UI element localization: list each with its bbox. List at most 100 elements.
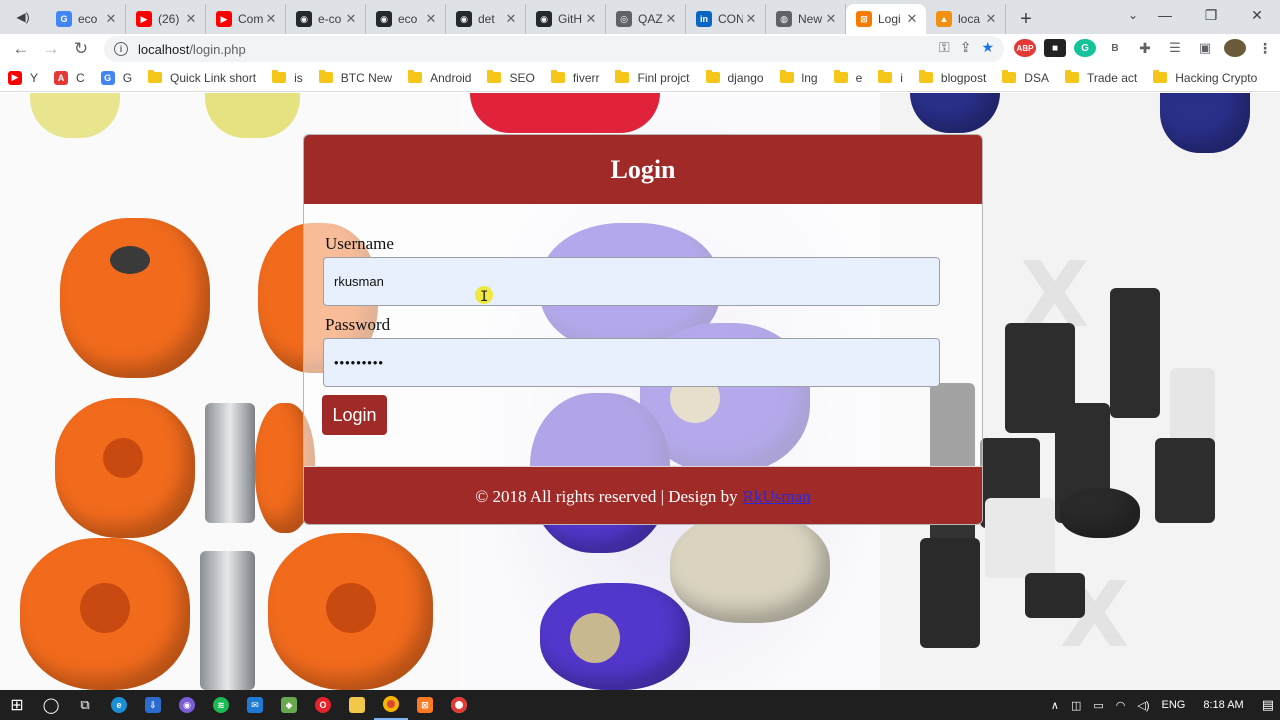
tray-overflow-icon[interactable]: ∧	[1051, 699, 1059, 712]
bookmark-item[interactable]: Android	[408, 70, 471, 85]
browser-tab[interactable]: ◉ eco ✕	[366, 4, 446, 34]
tab-close-icon[interactable]: ✕	[103, 11, 119, 27]
bookmark-item[interactable]: DSA	[1002, 70, 1049, 85]
site-info-icon[interactable]: i	[114, 42, 128, 56]
bg-shape	[326, 583, 376, 633]
volume-icon[interactable]: ◁)	[1137, 699, 1149, 712]
bookmark-item[interactable]: fiverr	[550, 70, 599, 85]
minimize-icon[interactable]: —	[1142, 0, 1188, 30]
browser-tab[interactable]: ▲ loca ✕	[926, 4, 1006, 34]
spotify-icon[interactable]: ≋	[204, 690, 238, 720]
notifications-icon[interactable]: ▤	[1262, 697, 1274, 713]
restore-icon[interactable]: ❐	[1188, 0, 1234, 30]
browser-tab[interactable]: ⊠ Logi ✕	[846, 4, 926, 34]
layers-app-icon[interactable]: ◆	[272, 690, 306, 720]
share-icon[interactable]: ⇪	[960, 39, 972, 56]
browser-tab[interactable]: Geco ✕	[46, 4, 126, 34]
meet-now-icon[interactable]: ◫	[1071, 699, 1081, 712]
tab-close-icon[interactable]: ✕	[904, 11, 920, 27]
profile-avatar[interactable]	[1224, 39, 1246, 57]
tab-close-icon[interactable]: ✕	[503, 11, 519, 27]
bookmark-star-icon[interactable]: ★	[981, 39, 994, 56]
opera-icon[interactable]: O	[306, 690, 340, 720]
tab-close-icon[interactable]: ✕	[183, 11, 199, 27]
bookmark-item[interactable]: lng	[779, 70, 818, 85]
folder-icon	[705, 70, 720, 83]
bg-shape	[200, 551, 255, 690]
folder-icon	[318, 70, 333, 83]
language-indicator[interactable]: ENG	[1162, 699, 1186, 711]
bookmark-item[interactable]: SEO	[487, 70, 535, 85]
bookmark-item[interactable]: e	[833, 70, 862, 85]
bookmark-item[interactable]: AC	[54, 70, 85, 85]
reload-icon[interactable]: ↻	[66, 34, 96, 64]
designer-link[interactable]: RkUsman	[743, 487, 811, 507]
address-bar[interactable]: i localhost/login.php ⚿ ⇪ ★	[104, 36, 1004, 62]
tab-close-icon[interactable]: ✕	[983, 11, 999, 27]
bookmark-label: lng	[801, 70, 818, 85]
bg-shape	[1060, 488, 1140, 538]
search-icon[interactable]: ◯	[34, 690, 68, 720]
github-desktop-icon[interactable]: ◉	[170, 690, 204, 720]
puzzle-icon[interactable]: ✚	[1134, 39, 1156, 57]
tab-close-icon[interactable]: ✕	[743, 11, 759, 27]
forward-icon[interactable]: →	[36, 34, 66, 64]
browser-tab[interactable]: ◉ e-co ✕	[286, 4, 366, 34]
tab-close-icon[interactable]: ✕	[423, 11, 439, 27]
bookmark-item[interactable]: django	[705, 70, 764, 85]
extension-b-icon[interactable]: B	[1104, 39, 1126, 57]
password-input[interactable]: •••••••••	[323, 338, 940, 387]
battery-icon[interactable]: ▭	[1093, 699, 1103, 712]
browser-tab[interactable]: ◉ GitH ✕	[526, 4, 606, 34]
bg-shape	[268, 533, 433, 690]
new-tab-button[interactable]: +	[1006, 4, 1046, 34]
bookmark-item[interactable]: BTC New	[318, 70, 392, 85]
tab-close-icon[interactable]: ✕	[343, 11, 359, 27]
browser-tab[interactable]: ▶ (26) ✕	[126, 4, 206, 34]
browser-tab[interactable]: ◉ det ✕	[446, 4, 526, 34]
xampp-icon[interactable]: ⊠	[408, 690, 442, 720]
reading-list-icon[interactable]: ☰	[1164, 39, 1186, 57]
clock[interactable]: 8:18 AM	[1203, 699, 1243, 711]
tab-close-icon[interactable]: ✕	[583, 11, 599, 27]
folder-icon	[1064, 70, 1079, 83]
username-input[interactable]: rkusman	[323, 257, 940, 306]
bookmark-item[interactable]: Finl projct	[615, 70, 690, 85]
bookmark-item[interactable]: blogpost	[918, 70, 986, 85]
browser-tab[interactable]: ▶ Com ✕	[206, 4, 286, 34]
bookmark-item[interactable]: i	[878, 70, 903, 85]
file-explorer-icon[interactable]	[340, 690, 374, 720]
bookmark-item[interactable]: Hacking Crypto	[1153, 70, 1257, 85]
key-icon[interactable]: ⚿	[939, 39, 950, 56]
tab-close-icon[interactable]: ✕	[663, 11, 679, 27]
side-panel-icon[interactable]: ▣	[1194, 39, 1216, 57]
adblock-icon[interactable]: ABP	[1014, 39, 1036, 57]
menu-icon[interactable]: ⋮	[1254, 39, 1276, 57]
bookmark-item[interactable]: Trade act	[1064, 70, 1137, 85]
chrome-icon[interactable]	[374, 690, 408, 720]
browser-tab[interactable]: in CON ✕	[686, 4, 766, 34]
bookmark-item[interactable]: GG	[100, 70, 132, 85]
bookmark-item[interactable]: is	[272, 70, 303, 85]
task-view-icon[interactable]: ⧉	[68, 690, 102, 720]
close-window-icon[interactable]: ✕	[1234, 0, 1280, 30]
browser-tab[interactable]: ◎ QAZ ✕	[606, 4, 686, 34]
downloader-icon[interactable]: ⇩	[136, 690, 170, 720]
edge-icon[interactable]: e	[102, 690, 136, 720]
grammarly-icon[interactable]: G	[1074, 39, 1096, 57]
tab-title: (26)	[158, 12, 180, 26]
extension-badge-icon[interactable]: ■	[1044, 39, 1066, 57]
login-button[interactable]: Login	[322, 395, 387, 435]
bookmark-item[interactable]: Quick Link short	[148, 70, 256, 85]
network-icon[interactable]: ◠	[1116, 699, 1126, 712]
bookmark-item[interactable]: ▶ Y	[8, 70, 38, 85]
tab-close-icon[interactable]: ✕	[263, 11, 279, 27]
browser-tab[interactable]: ◍ New ✕	[766, 4, 846, 34]
start-button[interactable]: ⊞	[0, 690, 34, 720]
tab-close-icon[interactable]: ✕	[823, 11, 839, 27]
mail-icon[interactable]: ✉	[238, 690, 272, 720]
audio-icon[interactable]: ◀︎)	[0, 0, 46, 34]
back-icon[interactable]: ←	[6, 34, 36, 64]
system-tray: ∧ ◫ ▭ ◠ ◁) ENG 8:18 AM ▤	[1045, 690, 1280, 720]
screen-recorder-icon[interactable]	[442, 690, 476, 720]
